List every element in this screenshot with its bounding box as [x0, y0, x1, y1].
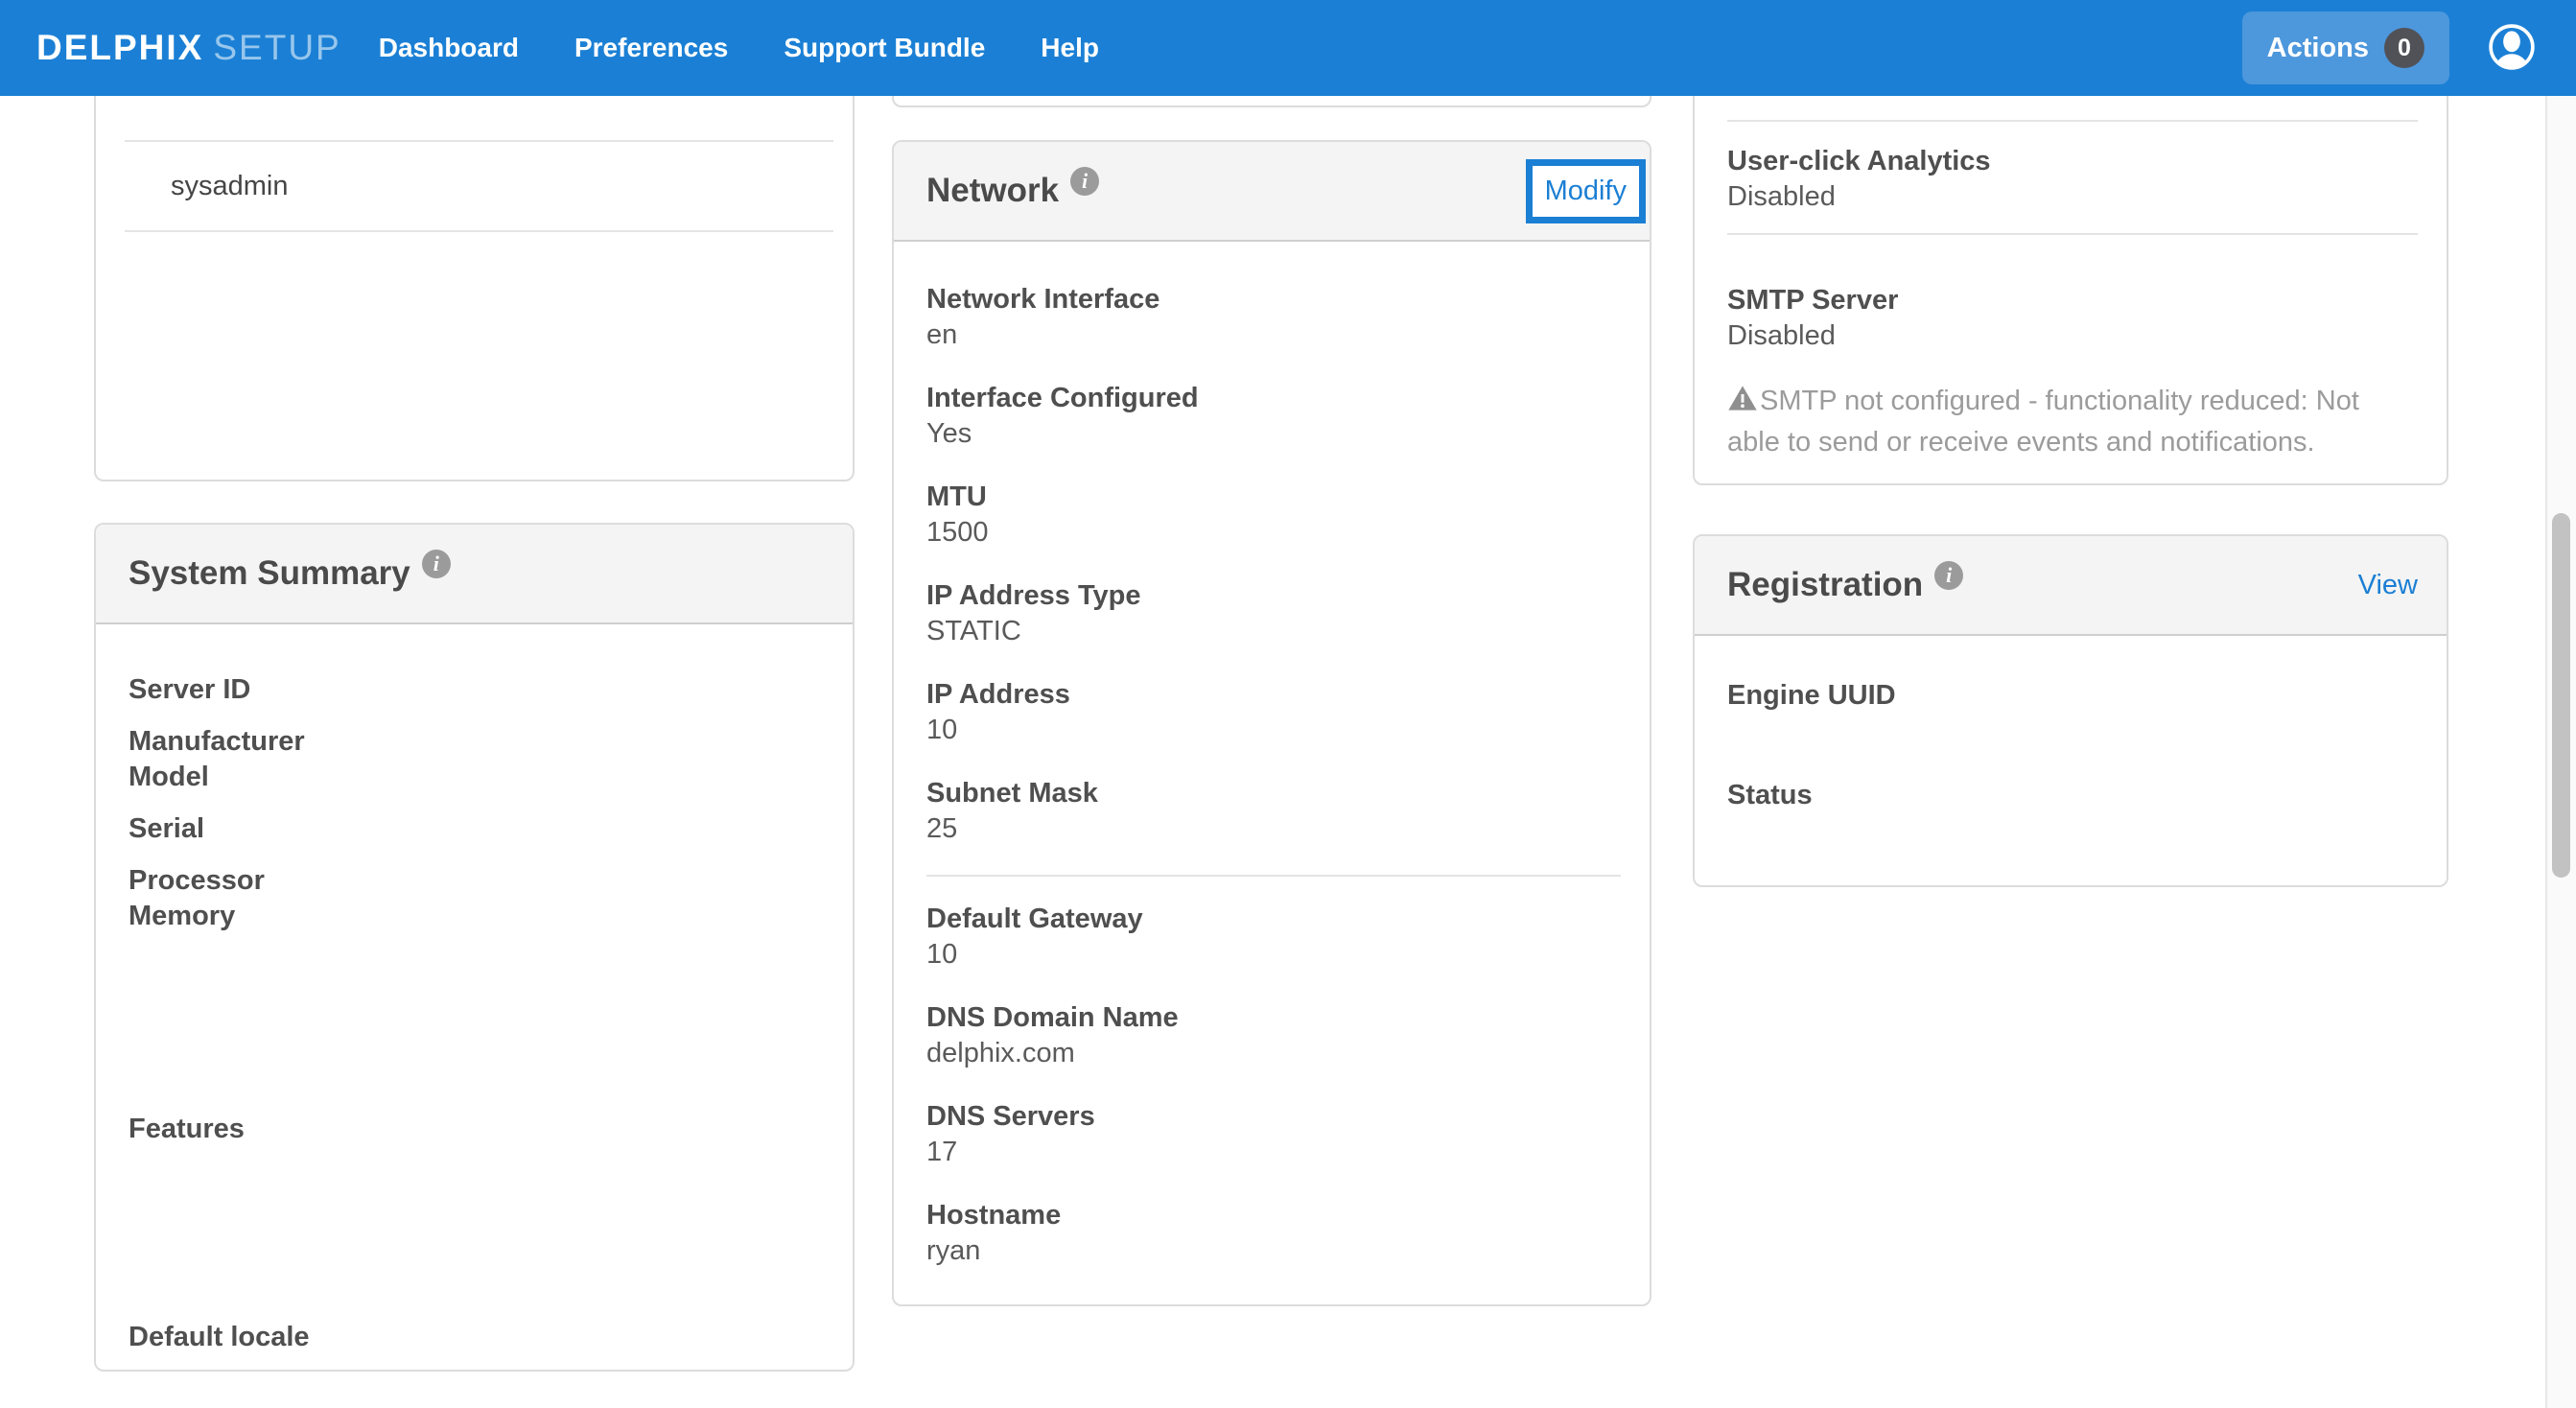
field-value: 10: [926, 713, 1621, 748]
system-summary-card: System Summary i Server ID Manufacturer …: [94, 523, 855, 1372]
field-label: IP Address: [926, 677, 1621, 713]
info-icon[interactable]: i: [422, 550, 451, 578]
field-value: en: [926, 317, 1621, 353]
field-label-default-locale: Default locale: [129, 1320, 824, 1355]
user-avatar-icon: [2488, 23, 2536, 74]
brand-primary: DELPHIX: [36, 28, 203, 68]
network-field: MTU 1500: [926, 480, 1621, 551]
field-label-status: Status: [1727, 778, 2418, 813]
field-label: DNS Servers: [926, 1099, 1621, 1135]
field-label: Subnet Mask: [926, 776, 1621, 811]
network-field: IP Address 10: [926, 677, 1621, 748]
delphix-logo: DELPHIX SETUP: [36, 28, 341, 68]
actions-label: Actions: [2267, 33, 2369, 64]
registration-title: Registration: [1727, 566, 1923, 604]
system-summary-header: System Summary i: [96, 525, 853, 624]
field-value: 10: [926, 937, 1621, 973]
network-field: Interface Configured Yes: [926, 381, 1621, 452]
field-value: Disabled: [1727, 318, 2418, 354]
network-field: Subnet Mask 25: [926, 776, 1621, 847]
status-field: SMTP Server Disabled: [1727, 235, 2418, 354]
page: DELPHIX SETUP Dashboard Preferences Supp…: [0, 0, 2576, 1408]
field-value: Disabled: [1727, 179, 2418, 215]
system-summary-title: System Summary: [129, 554, 410, 593]
network-field: DNS Domain Name delphix.com: [926, 1000, 1621, 1071]
nav-item-preferences[interactable]: Preferences: [547, 0, 756, 96]
network-title: Network: [926, 172, 1059, 210]
registration-header: Registration i View: [1695, 536, 2447, 636]
network-card: Network i Modify Network Interface en In…: [892, 140, 1651, 1306]
network-field: Network Interface en: [926, 282, 1621, 353]
field-label: User-click Analytics: [1727, 144, 2418, 179]
network-field: DNS Servers 17: [926, 1099, 1621, 1170]
field-label: Network Interface: [926, 282, 1621, 317]
user-row-sysadmin[interactable]: sysadmin: [96, 142, 853, 230]
field-label-manufacturer: Manufacturer: [129, 724, 824, 760]
modify-button[interactable]: Modify: [1526, 159, 1646, 223]
info-icon[interactable]: i: [1070, 167, 1099, 196]
network-field: Default Gateway 10: [926, 902, 1621, 973]
field-label-engine-uuid: Engine UUID: [1727, 678, 2418, 714]
top-nav: DELPHIX SETUP Dashboard Preferences Supp…: [0, 0, 2576, 96]
system-summary-body: Server ID Manufacturer Model Serial Proc…: [96, 624, 853, 1355]
field-label: Default Gateway: [926, 902, 1621, 937]
field-label-processor: Processor: [129, 863, 824, 899]
field-label: SMTP Server: [1727, 283, 2418, 318]
info-icon[interactable]: i: [1934, 561, 1963, 590]
scrollbar-thumb[interactable]: [2552, 513, 2570, 878]
warning-icon: [1727, 383, 1758, 424]
nav-item-help[interactable]: Help: [1013, 0, 1127, 96]
view-button[interactable]: View: [2358, 570, 2418, 601]
network-body: Network Interface en Interface Configure…: [894, 242, 1650, 1269]
field-value: 17: [926, 1135, 1621, 1170]
field-label: Hostname: [926, 1198, 1621, 1233]
divider: [125, 230, 833, 232]
field-label-model: Model: [129, 760, 824, 795]
field-label-serial: Serial: [129, 811, 824, 847]
field-label: IP Address Type: [926, 578, 1621, 614]
field-label-features: Features: [129, 1112, 824, 1147]
field-value: 1500: [926, 515, 1621, 551]
registration-body: Engine UUID Status: [1695, 636, 2447, 813]
field-label-server-id: Server ID: [129, 672, 824, 708]
user-avatar-button[interactable]: [2488, 24, 2536, 72]
network-field: Hostname ryan: [926, 1198, 1621, 1269]
field-value: ryan: [926, 1233, 1621, 1269]
nav-item-support-bundle[interactable]: Support Bundle: [756, 0, 1013, 96]
network-header: Network i Modify: [894, 142, 1650, 242]
network-field: IP Address Type STATIC: [926, 578, 1621, 649]
field-value: STATIC: [926, 614, 1621, 649]
nav-item-dashboard[interactable]: Dashboard: [351, 0, 547, 96]
smtp-warning: SMTP not configured - functionality redu…: [1727, 383, 2418, 461]
field-label: Interface Configured: [926, 381, 1621, 416]
brand-secondary: SETUP: [213, 28, 340, 68]
smtp-warning-text: SMTP not configured - functionality redu…: [1727, 386, 2359, 458]
actions-count-badge: 0: [2384, 28, 2424, 68]
divider: [926, 875, 1621, 877]
registration-card: Registration i View Engine UUID Status: [1693, 534, 2448, 887]
nav-menu: Dashboard Preferences Support Bundle Hel…: [351, 0, 1127, 96]
field-value: Yes: [926, 416, 1621, 452]
field-label: MTU: [926, 480, 1621, 515]
field-value: delphix.com: [926, 1036, 1621, 1071]
field-label: DNS Domain Name: [926, 1000, 1621, 1036]
status-field: User-click Analytics Disabled: [1727, 122, 2418, 233]
actions-button[interactable]: Actions 0: [2242, 12, 2449, 84]
field-label-memory: Memory: [129, 899, 824, 934]
field-value: 25: [926, 811, 1621, 847]
